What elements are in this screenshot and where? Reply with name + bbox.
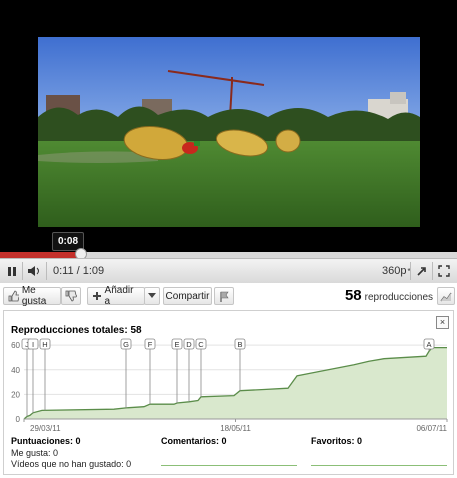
- comments-sparkline: [161, 465, 297, 466]
- quality-label: 360p: [382, 265, 407, 277]
- marker-label: B: [237, 340, 242, 349]
- favorites-sparkline: [311, 465, 447, 466]
- marker-label: A: [426, 340, 431, 349]
- control-divider: [432, 262, 433, 280]
- like-button[interactable]: Me gusta: [3, 285, 61, 307]
- close-icon[interactable]: ×: [436, 316, 449, 329]
- views-chart: 0204060 J I H G F E D C B A29/03/11 18/05/11 06/07/1…: [11, 338, 448, 433]
- video-player[interactable]: 0:08 0:11 / 1:09 360p *: [0, 0, 457, 283]
- action-bar: Me gusta Añadir a Compartir 58 reproducc…: [0, 283, 457, 311]
- marker-label: F: [148, 340, 153, 349]
- fullscreen-button[interactable]: [436, 262, 452, 280]
- marker-label: H: [42, 340, 47, 349]
- share-label: Compartir: [165, 290, 210, 302]
- x-tick-label: 29/03/11: [30, 424, 61, 433]
- add-to-button[interactable]: Añadir a: [87, 285, 145, 307]
- like-label: Me gusta: [21, 285, 47, 307]
- comments-title: Comentarios: 0: [161, 436, 227, 446]
- x-tick-label: 18/05/11: [220, 424, 251, 433]
- popout-button[interactable]: [414, 262, 430, 280]
- flag-icon: [219, 291, 229, 302]
- marker-label: D: [186, 340, 192, 349]
- share-button[interactable]: Compartir: [163, 287, 212, 305]
- speaker-icon: [28, 266, 39, 276]
- plus-icon: [93, 292, 101, 300]
- popout-arrows-icon: [416, 267, 427, 276]
- add-to-label: Añadir a: [104, 285, 134, 307]
- view-count: 58 reproducciones: [345, 287, 433, 304]
- thumbs-up-icon: [8, 290, 19, 302]
- statistics-panel: Reproducciones totales: 58 × 0 20 40 60 J I H G…: [3, 310, 454, 475]
- pause-button[interactable]: [4, 262, 20, 280]
- time-display: 0:11 / 1:09: [53, 265, 105, 277]
- control-divider: [410, 262, 411, 280]
- video-frame[interactable]: [38, 37, 420, 227]
- marker-label: I: [32, 340, 34, 349]
- marker-label: E: [174, 340, 179, 349]
- thumbs-down-icon: [65, 290, 77, 302]
- volume-button[interactable]: [25, 262, 43, 280]
- y-tick-label: 40: [11, 366, 20, 375]
- view-count-number: 58: [344, 287, 362, 304]
- y-tick-label: 0: [16, 415, 21, 424]
- y-tick-label: 20: [11, 390, 20, 399]
- control-divider: [46, 262, 47, 280]
- view-count-label: reproducciones: [364, 292, 433, 303]
- dislike-button[interactable]: [61, 287, 81, 305]
- flag-button[interactable]: [214, 287, 234, 305]
- marker-label: G: [123, 340, 129, 349]
- marker-label: C: [198, 340, 204, 349]
- fullscreen-icon: [438, 265, 450, 277]
- dislikes-count: Vídeos que no han gustado: 0: [11, 459, 132, 469]
- ratings-title: Puntuaciones: 0: [11, 436, 81, 446]
- likes-count: Me gusta: 0: [11, 448, 59, 458]
- stats-chart-icon: [440, 292, 452, 301]
- stats-toggle-button[interactable]: [437, 287, 455, 305]
- quality-button[interactable]: 360p *: [382, 262, 411, 280]
- add-to-dropdown-button[interactable]: [144, 287, 160, 305]
- video-scene-image: [38, 37, 420, 227]
- chevron-down-icon: [148, 293, 156, 298]
- x-tick-label: 06/07/11: [416, 424, 447, 433]
- favorites-title: Favoritos: 0: [311, 436, 363, 446]
- pause-icon: [8, 266, 16, 276]
- player-controls: 0:11 / 1:09 360p *: [0, 258, 457, 283]
- y-tick-label: 60: [11, 341, 20, 350]
- control-divider: [22, 262, 23, 280]
